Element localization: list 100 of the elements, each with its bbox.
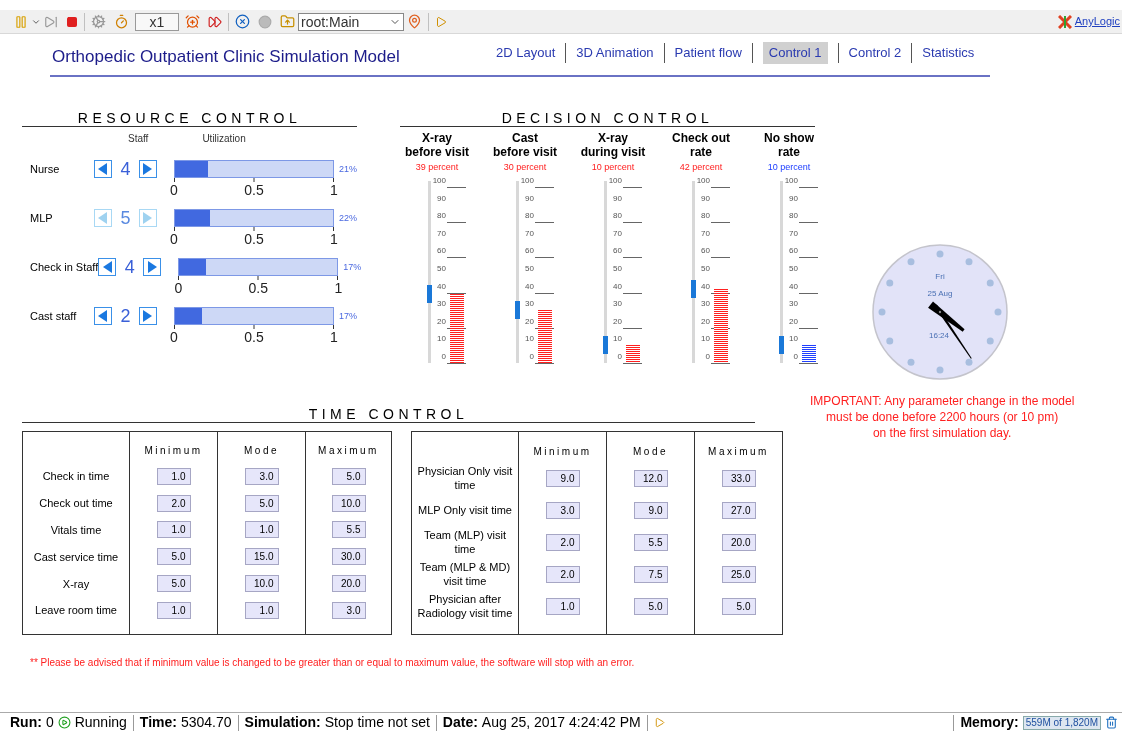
scale-label: 0 [705,352,710,362]
axis-label: 0 [170,231,178,247]
value-field[interactable]: 9.0 [545,469,580,487]
value-field[interactable]: 1.0 [156,601,191,619]
running-icon [57,716,71,729]
staff-count: 5 [119,209,132,227]
slider-track[interactable] [604,181,607,363]
slider-thumb[interactable] [691,280,696,299]
play-icon[interactable] [653,717,665,728]
value-field[interactable]: 30.0 [331,548,366,566]
scale-label: 50 [525,264,534,274]
fast-forward-icon[interactable] [208,14,222,29]
scale-label: 90 [701,193,710,204]
scale-label: 70 [613,228,622,239]
value-field[interactable]: 5.5 [633,533,668,551]
scope-select[interactable]: root:Main [298,12,404,31]
column-header: Minimum [533,445,592,459]
alarm-clock-icon[interactable] [185,14,200,29]
value-field[interactable]: 2.0 [156,494,191,512]
value-field[interactable]: 1.0 [156,467,191,485]
decrease-button[interactable] [98,258,117,276]
pause-icon[interactable] [14,14,28,29]
slider-track[interactable] [428,181,431,363]
slider-track[interactable] [692,181,695,363]
gear-icon[interactable] [91,14,106,29]
value-field[interactable]: 20.0 [721,533,756,551]
play-icon[interactable] [435,15,447,28]
speed-field[interactable]: x1 [135,12,179,31]
value-field[interactable]: 20.0 [331,575,366,593]
value-field[interactable]: 3.0 [244,467,279,485]
value-field[interactable]: 10.0 [244,575,279,593]
value-field[interactable]: 1.0 [545,597,580,615]
row-label: MLP Only visit time [417,503,513,517]
value-field[interactable]: 2.0 [545,533,580,551]
value-field[interactable]: 9.0 [633,501,668,519]
value-field[interactable]: 5.0 [633,597,668,615]
value-field[interactable]: 12.0 [633,469,668,487]
nav-tab[interactable]: 3D Animation [570,42,660,64]
column-header: Maximum [708,445,769,459]
decision-title: Check out rate [672,131,730,159]
value-field[interactable]: 1.0 [156,521,191,539]
brand-link[interactable]: AnyLogic [1074,13,1120,30]
value-field[interactable]: 1.0 [244,521,279,539]
scale-label: 70 [789,228,798,239]
status-label: Simulation: [244,713,321,732]
value-field[interactable]: 27.0 [721,501,756,519]
nav-tab[interactable]: Control 2 [842,42,908,64]
left-triangle-icon [102,261,112,273]
value-field[interactable]: 5.0 [156,575,191,593]
slider-thumb[interactable] [603,336,608,355]
scale-label: 0 [529,352,534,362]
increase-button[interactable] [143,258,162,276]
clock-day: Fri [935,272,945,281]
value-field[interactable]: 1.0 [244,601,279,619]
stop-icon[interactable] [66,15,78,28]
slider-thumb[interactable] [515,301,520,320]
value-field[interactable]: 3.0 [545,501,580,519]
nav-tab[interactable]: Control 1 [762,42,828,64]
value-field[interactable]: 5.0 [721,597,756,615]
resource-label: Cast staff [29,309,78,324]
decrease-button[interactable] [94,160,112,178]
slider-thumb[interactable] [779,336,784,355]
decision-title: X-ray before visit [405,131,469,159]
value-field[interactable]: 2.0 [545,565,580,583]
x-circle-icon[interactable] [235,14,250,29]
nav-tab[interactable]: 2D Layout [490,42,562,64]
value-field[interactable]: 33.0 [721,469,756,487]
value-field[interactable]: 5.0 [156,548,191,566]
value-field[interactable]: 3.0 [331,601,366,619]
slider-track[interactable] [780,181,783,363]
scale-label: 80 [525,211,534,222]
trash-icon[interactable] [1105,716,1118,729]
scale-label: 10 [613,334,622,345]
slider-track[interactable] [516,181,519,363]
value-field[interactable]: 5.0 [331,467,366,485]
status-value: Stop time not set [324,713,430,732]
decrease-button[interactable] [94,307,112,325]
folder-up-icon[interactable] [280,14,295,29]
value-field[interactable]: 7.5 [633,565,668,583]
timer-icon[interactable] [114,14,129,29]
nav-tab[interactable]: Patient flow [668,42,748,64]
pin-icon[interactable] [407,14,422,29]
circle-icon[interactable] [258,14,272,29]
increase-button[interactable] [139,307,157,325]
value-field[interactable]: 5.5 [331,521,366,539]
increase-button[interactable] [139,160,157,178]
right-triangle-icon [143,163,153,175]
scale-label: 100 [432,176,446,186]
row-label: Vitals time [49,523,103,537]
axis-label: 0.5 [244,231,264,247]
scale-label: 0 [617,352,622,362]
axis-label: 0 [174,280,183,296]
slider-thumb[interactable] [427,285,432,304]
nav-tab[interactable]: Statistics [916,42,981,64]
section-heading: DECISION CONTROL [501,111,714,125]
step-icon[interactable] [44,14,58,29]
value-field[interactable]: 5.0 [244,494,279,512]
value-field[interactable]: 10.0 [331,494,366,512]
value-field[interactable]: 25.0 [721,565,756,583]
value-field[interactable]: 15.0 [244,548,279,566]
